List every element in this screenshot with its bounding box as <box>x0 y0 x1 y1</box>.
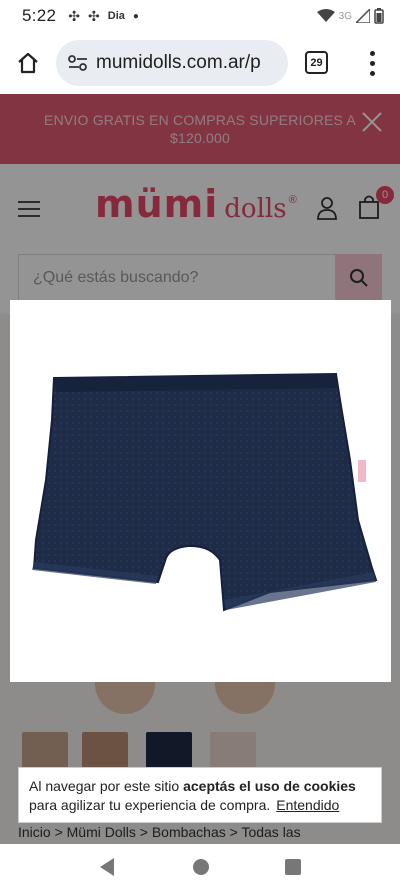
dot-icon <box>369 50 375 56</box>
pinwheel-icon: ✣ <box>88 7 100 24</box>
network-label: 3G <box>338 10 352 22</box>
signal-icon <box>356 9 370 23</box>
recents-icon[interactable] <box>284 858 302 876</box>
dot-icon <box>369 70 375 76</box>
home-circle-icon[interactable] <box>192 858 210 876</box>
status-time: 5:22 <box>22 6 57 25</box>
wifi-icon <box>316 9 335 22</box>
notification-icons: ✣ ✣ Dia ● <box>68 8 139 25</box>
system-icons: 3G <box>316 8 384 24</box>
cookie-text-end: para agilizar tu experiencia de compra. <box>29 797 271 813</box>
cookie-text-start: Al navegar por este sitio <box>29 778 184 794</box>
url-text: mumidolls.com.ar/p <box>96 52 261 73</box>
dot-icon: ● <box>132 10 139 22</box>
back-icon[interactable] <box>98 857 116 877</box>
cookie-text-bold: aceptás el uso de cookies <box>183 778 356 794</box>
tab-switcher-button[interactable]: 29 <box>305 51 328 74</box>
home-button[interactable] <box>0 32 56 94</box>
browser-menu-button[interactable] <box>360 48 384 78</box>
battery-icon <box>374 8 384 24</box>
address-bar[interactable]: mumidolls.com.ar/p <box>56 40 288 86</box>
carrier-badge: Dia <box>107 10 125 22</box>
cookie-consent-banner: Al navegar por este sitio aceptás el uso… <box>18 767 382 823</box>
site-settings-icon[interactable] <box>68 55 88 71</box>
status-bar: 5:22 ✣ ✣ Dia ● 3G <box>0 0 400 32</box>
system-navigation-bar <box>0 844 400 889</box>
dot-icon <box>369 60 375 66</box>
product-image-lightbox[interactable] <box>10 300 391 682</box>
home-icon <box>18 52 38 74</box>
boxer-shorts-product-image <box>32 372 378 612</box>
pinwheel-icon: ✣ <box>68 7 81 24</box>
browser-toolbar: mumidolls.com.ar/p 29 <box>0 32 400 94</box>
cookie-accept-link[interactable]: Entendido <box>276 797 339 813</box>
